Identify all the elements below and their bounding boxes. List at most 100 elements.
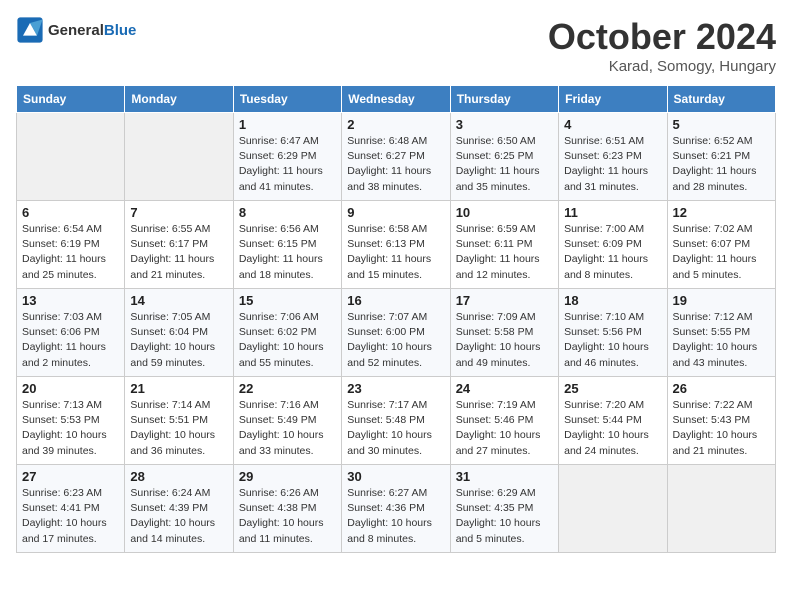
day-cell: 6Sunrise: 6:54 AM Sunset: 6:19 PM Daylig…: [17, 201, 125, 289]
day-info: Sunrise: 6:47 AM Sunset: 6:29 PM Dayligh…: [239, 134, 336, 195]
week-row-2: 6Sunrise: 6:54 AM Sunset: 6:19 PM Daylig…: [17, 201, 776, 289]
day-number: 24: [456, 381, 553, 396]
day-info: Sunrise: 7:02 AM Sunset: 6:07 PM Dayligh…: [673, 222, 770, 283]
calendar-header: SundayMondayTuesdayWednesdayThursdayFrid…: [17, 86, 776, 113]
day-cell: [559, 465, 667, 553]
day-cell: 15Sunrise: 7:06 AM Sunset: 6:02 PM Dayli…: [233, 289, 341, 377]
day-number: 2: [347, 117, 444, 132]
calendar-body: 1 Sunrise: 6:47 AM Sunset: 6:29 PM Daylig…: [17, 113, 776, 553]
header-cell-sunday: Sunday: [17, 86, 125, 113]
day-info: Sunrise: 6:54 AM Sunset: 6:19 PM Dayligh…: [22, 222, 119, 283]
week-row-4: 20 Sunrise: 7:13 AM Sunset: 5:53 PM Dayli…: [17, 377, 776, 465]
day-number: 10: [456, 205, 553, 220]
day-cell: 29Sunrise: 6:26 AM Sunset: 4:38 PM Dayli…: [233, 465, 341, 553]
day-info: Sunrise: 7:22 AM Sunset: 5:43 PM Dayligh…: [673, 398, 770, 459]
day-number: 14: [130, 293, 227, 308]
day-number: 31: [456, 469, 553, 484]
day-cell: 4Sunrise: 6:51 AM Sunset: 6:23 PM Daylig…: [559, 113, 667, 201]
day-number: 19: [673, 293, 770, 308]
day-cell: 5 Sunrise: 6:52 AM Sunset: 6:21 PM Daylig…: [667, 113, 775, 201]
day-cell: 16Sunrise: 7:07 AM Sunset: 6:00 PM Dayli…: [342, 289, 450, 377]
day-number: 1: [239, 117, 336, 132]
day-cell: [125, 113, 233, 201]
day-cell: 8Sunrise: 6:56 AM Sunset: 6:15 PM Daylig…: [233, 201, 341, 289]
day-number: 20: [22, 381, 119, 396]
day-info: Sunrise: 7:16 AM Sunset: 5:49 PM Dayligh…: [239, 398, 336, 459]
day-info: Sunrise: 7:03 AM Sunset: 6:06 PM Dayligh…: [22, 310, 119, 371]
header-cell-wednesday: Wednesday: [342, 86, 450, 113]
day-cell: 31 Sunrise: 6:29 AM Sunset: 4:35 PM Dayli…: [450, 465, 558, 553]
page-header: GeneralBlue October 2024 Karad, Somogy, …: [16, 16, 776, 75]
header-cell-thursday: Thursday: [450, 86, 558, 113]
day-cell: 21 Sunrise: 7:14 AM Sunset: 5:51 PM Dayli…: [125, 377, 233, 465]
header-cell-saturday: Saturday: [667, 86, 775, 113]
day-cell: 13 Sunrise: 7:03 AM Sunset: 6:06 PM Dayli…: [17, 289, 125, 377]
day-cell: 27 Sunrise: 6:23 AM Sunset: 4:41 PM Dayli…: [17, 465, 125, 553]
day-number: 13: [22, 293, 119, 308]
day-info: Sunrise: 6:29 AM Sunset: 4:35 PM Dayligh…: [456, 486, 553, 547]
day-info: Sunrise: 7:13 AM Sunset: 5:53 PM Dayligh…: [22, 398, 119, 459]
day-info: Sunrise: 7:19 AM Sunset: 5:46 PM Dayligh…: [456, 398, 553, 459]
day-number: 21: [130, 381, 227, 396]
day-cell: 18Sunrise: 7:10 AM Sunset: 5:56 PM Dayli…: [559, 289, 667, 377]
day-cell: 26 Sunrise: 7:22 AM Sunset: 5:43 PM Dayli…: [667, 377, 775, 465]
day-info: Sunrise: 6:58 AM Sunset: 6:13 PM Dayligh…: [347, 222, 444, 283]
day-info: Sunrise: 7:14 AM Sunset: 5:51 PM Dayligh…: [130, 398, 227, 459]
day-number: 11: [564, 205, 661, 220]
day-info: Sunrise: 7:20 AM Sunset: 5:44 PM Dayligh…: [564, 398, 661, 459]
logo: GeneralBlue: [16, 16, 136, 44]
month-title: October 2024: [548, 16, 776, 58]
day-info: Sunrise: 7:10 AM Sunset: 5:56 PM Dayligh…: [564, 310, 661, 371]
header-cell-monday: Monday: [125, 86, 233, 113]
day-number: 16: [347, 293, 444, 308]
day-info: Sunrise: 7:09 AM Sunset: 5:58 PM Dayligh…: [456, 310, 553, 371]
day-number: 30: [347, 469, 444, 484]
header-cell-tuesday: Tuesday: [233, 86, 341, 113]
day-number: 12: [673, 205, 770, 220]
day-cell: 10 Sunrise: 6:59 AM Sunset: 6:11 PM Dayli…: [450, 201, 558, 289]
day-cell: 23 Sunrise: 7:17 AM Sunset: 5:48 PM Dayli…: [342, 377, 450, 465]
day-cell: 9Sunrise: 6:58 AM Sunset: 6:13 PM Daylig…: [342, 201, 450, 289]
day-info: Sunrise: 6:23 AM Sunset: 4:41 PM Dayligh…: [22, 486, 119, 547]
day-number: 27: [22, 469, 119, 484]
day-cell: 11 Sunrise: 7:00 AM Sunset: 6:09 PM Dayli…: [559, 201, 667, 289]
logo-icon: [16, 16, 44, 44]
header-cell-friday: Friday: [559, 86, 667, 113]
day-number: 23: [347, 381, 444, 396]
day-cell: 28 Sunrise: 6:24 AM Sunset: 4:39 PM Dayli…: [125, 465, 233, 553]
title-block: October 2024 Karad, Somogy, Hungary: [548, 16, 776, 75]
day-number: 7: [130, 205, 227, 220]
day-cell: 3 Sunrise: 6:50 AM Sunset: 6:25 PM Daylig…: [450, 113, 558, 201]
day-cell: 17 Sunrise: 7:09 AM Sunset: 5:58 PM Dayli…: [450, 289, 558, 377]
day-info: Sunrise: 6:24 AM Sunset: 4:39 PM Dayligh…: [130, 486, 227, 547]
day-info: Sunrise: 7:06 AM Sunset: 6:02 PM Dayligh…: [239, 310, 336, 371]
day-number: 28: [130, 469, 227, 484]
location: Karad, Somogy, Hungary: [548, 58, 776, 75]
day-number: 8: [239, 205, 336, 220]
day-info: Sunrise: 6:55 AM Sunset: 6:17 PM Dayligh…: [130, 222, 227, 283]
day-number: 5: [673, 117, 770, 132]
day-cell: 12 Sunrise: 7:02 AM Sunset: 6:07 PM Dayli…: [667, 201, 775, 289]
day-cell: 25Sunrise: 7:20 AM Sunset: 5:44 PM Dayli…: [559, 377, 667, 465]
day-info: Sunrise: 6:52 AM Sunset: 6:21 PM Dayligh…: [673, 134, 770, 195]
day-cell: 2Sunrise: 6:48 AM Sunset: 6:27 PM Daylig…: [342, 113, 450, 201]
day-cell: [17, 113, 125, 201]
day-number: 22: [239, 381, 336, 396]
day-cell: 19Sunrise: 7:12 AM Sunset: 5:55 PM Dayli…: [667, 289, 775, 377]
day-info: Sunrise: 6:51 AM Sunset: 6:23 PM Dayligh…: [564, 134, 661, 195]
week-row-5: 27 Sunrise: 6:23 AM Sunset: 4:41 PM Dayli…: [17, 465, 776, 553]
day-cell: 1 Sunrise: 6:47 AM Sunset: 6:29 PM Daylig…: [233, 113, 341, 201]
day-number: 17: [456, 293, 553, 308]
day-cell: 20 Sunrise: 7:13 AM Sunset: 5:53 PM Dayli…: [17, 377, 125, 465]
day-number: 3: [456, 117, 553, 132]
calendar-table: SundayMondayTuesdayWednesdayThursdayFrid…: [16, 85, 776, 553]
logo-text: GeneralBlue: [48, 22, 136, 39]
day-info: Sunrise: 7:17 AM Sunset: 5:48 PM Dayligh…: [347, 398, 444, 459]
header-row: SundayMondayTuesdayWednesdayThursdayFrid…: [17, 86, 776, 113]
day-number: 26: [673, 381, 770, 396]
week-row-1: 1 Sunrise: 6:47 AM Sunset: 6:29 PM Daylig…: [17, 113, 776, 201]
day-info: Sunrise: 6:59 AM Sunset: 6:11 PM Dayligh…: [456, 222, 553, 283]
day-number: 29: [239, 469, 336, 484]
day-info: Sunrise: 6:50 AM Sunset: 6:25 PM Dayligh…: [456, 134, 553, 195]
day-info: Sunrise: 7:00 AM Sunset: 6:09 PM Dayligh…: [564, 222, 661, 283]
